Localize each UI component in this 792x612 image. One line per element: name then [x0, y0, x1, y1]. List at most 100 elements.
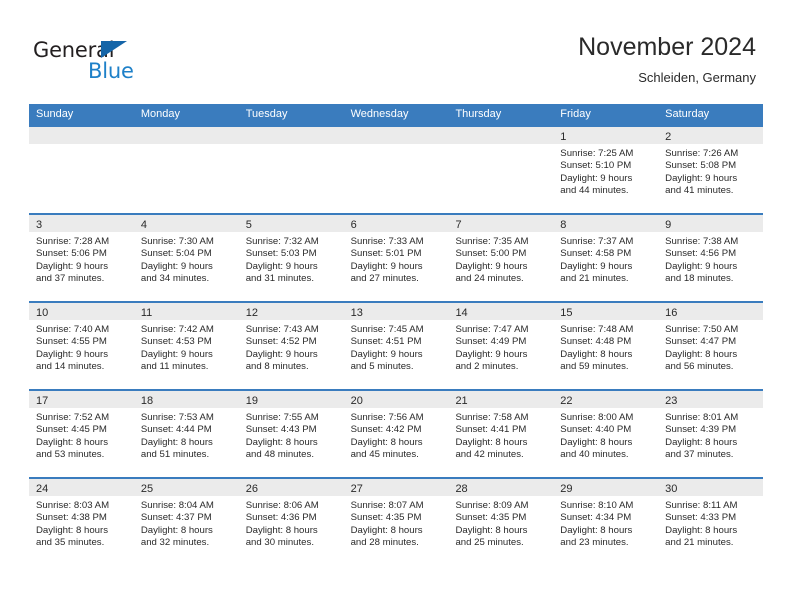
day-details: Sunrise: 7:38 AM Sunset: 4:56 PM Dayligh… — [658, 232, 763, 286]
sunset-text: Sunset: 4:35 PM — [455, 512, 527, 524]
day-details: Sunrise: 7:55 AM Sunset: 4:43 PM Dayligh… — [239, 408, 344, 462]
sunset-text: Sunset: 4:48 PM — [560, 336, 632, 348]
daylight-text-line2: and 32 minutes. — [140, 537, 210, 549]
day-number-band: 13 — [343, 303, 449, 320]
sunset-text: Sunset: 4:37 PM — [140, 512, 212, 524]
week-row: 24 Sunrise: 8:03 AM Sunset: 4:38 PM Dayl… — [29, 477, 764, 565]
sunrise-text: Sunrise: 7:26 AM — [665, 148, 739, 159]
day-cell[interactable]: 3 Sunrise: 7:28 AM Sunset: 5:06 PM Dayli… — [29, 215, 134, 301]
sunrise-text: Sunrise: 8:01 AM — [665, 412, 739, 423]
daylight-text-line2: and 21 minutes. — [560, 273, 629, 285]
day-cell[interactable]: 6 Sunrise: 7:33 AM Sunset: 5:01 PM Dayli… — [343, 215, 449, 301]
day-cell[interactable]: 19 Sunrise: 7:55 AM Sunset: 4:43 PM Dayl… — [238, 391, 344, 477]
day-cell[interactable]: 8 Sunrise: 7:37 AM Sunset: 4:58 PM Dayli… — [553, 215, 659, 301]
day-cell[interactable]: 5 Sunrise: 7:32 AM Sunset: 5:03 PM Dayli… — [238, 215, 344, 301]
day-cell[interactable] — [29, 127, 134, 213]
daylight-text-line1: Daylight: 8 hours — [140, 436, 213, 448]
day-details: Sunrise: 7:42 AM Sunset: 4:53 PM Dayligh… — [134, 320, 239, 374]
sunset-text: Sunset: 4:36 PM — [245, 512, 317, 524]
daylight-text-line2: and 51 minutes. — [140, 449, 210, 461]
day-number-band: 17 — [29, 391, 134, 408]
day-details: Sunrise: 7:53 AM Sunset: 4:44 PM Dayligh… — [134, 408, 239, 462]
daylight-text-line1: Daylight: 8 hours — [665, 436, 738, 448]
day-cell[interactable]: 17 Sunrise: 7:52 AM Sunset: 4:45 PM Dayl… — [29, 391, 134, 477]
day-cell[interactable]: 21 Sunrise: 7:58 AM Sunset: 4:41 PM Dayl… — [448, 391, 554, 477]
day-cell[interactable] — [238, 127, 344, 213]
day-cell[interactable]: 4 Sunrise: 7:30 AM Sunset: 5:04 PM Dayli… — [133, 215, 239, 301]
day-cell[interactable]: 23 Sunrise: 8:01 AM Sunset: 4:39 PM Dayl… — [658, 391, 764, 477]
daylight-text-line1: Daylight: 9 hours — [560, 172, 633, 184]
title-block: November 2024 Schleiden, Germany — [578, 32, 756, 87]
day-cell[interactable]: 7 Sunrise: 7:35 AM Sunset: 5:00 PM Dayli… — [448, 215, 554, 301]
day-details: Sunrise: 7:30 AM Sunset: 5:04 PM Dayligh… — [134, 232, 239, 286]
day-number: 5 — [245, 219, 252, 231]
day-cell[interactable]: 12 Sunrise: 7:43 AM Sunset: 4:52 PM Dayl… — [238, 303, 344, 389]
sunset-text: Sunset: 5:04 PM — [140, 248, 212, 260]
daylight-text-line2: and 5 minutes. — [350, 361, 414, 373]
daylight-text-line2: and 27 minutes. — [350, 273, 419, 285]
sunrise-text: Sunrise: 8:00 AM — [560, 412, 634, 423]
day-cell[interactable]: 29 Sunrise: 8:10 AM Sunset: 4:34 PM Dayl… — [553, 479, 659, 565]
daylight-text-line1: Daylight: 8 hours — [36, 524, 108, 536]
daylight-text-line2: and 14 minutes. — [36, 361, 105, 373]
day-number: 16 — [665, 307, 678, 319]
day-cell[interactable] — [133, 127, 239, 213]
day-number-band: 26 — [238, 479, 344, 496]
sunset-text: Sunset: 4:53 PM — [140, 336, 212, 348]
day-number: 19 — [245, 395, 258, 407]
sunset-text: Sunset: 4:40 PM — [560, 424, 632, 436]
daylight-text-line1: Daylight: 9 hours — [245, 348, 318, 360]
day-number: 25 — [140, 483, 154, 495]
day-number-band: 12 — [238, 303, 344, 320]
day-cell[interactable]: 15 Sunrise: 7:48 AM Sunset: 4:48 PM Dayl… — [553, 303, 659, 389]
day-number-band: 23 — [658, 391, 764, 408]
day-details: Sunrise: 7:28 AM Sunset: 5:06 PM Dayligh… — [29, 232, 134, 286]
sunrise-text: Sunrise: 7:55 AM — [245, 412, 319, 423]
day-cell[interactable]: 9 Sunrise: 7:38 AM Sunset: 4:56 PM Dayli… — [658, 215, 764, 301]
day-cell[interactable]: 27 Sunrise: 8:07 AM Sunset: 4:35 PM Dayl… — [343, 479, 449, 565]
day-cell[interactable]: 26 Sunrise: 8:06 AM Sunset: 4:36 PM Dayl… — [238, 479, 344, 565]
day-number-band: 9 — [658, 215, 764, 232]
day-cell[interactable]: 22 Sunrise: 8:00 AM Sunset: 4:40 PM Dayl… — [553, 391, 659, 477]
sunrise-text: Sunrise: 7:43 AM — [245, 324, 319, 335]
day-cell[interactable]: 2 Sunrise: 7:26 AM Sunset: 5:08 PM Dayli… — [658, 127, 764, 213]
day-details: Sunrise: 7:26 AM Sunset: 5:08 PM Dayligh… — [658, 144, 763, 198]
day-cell[interactable]: 10 Sunrise: 7:40 AM Sunset: 4:55 PM Dayl… — [29, 303, 134, 389]
day-number: 29 — [560, 483, 573, 495]
day-number-band: 29 — [553, 479, 659, 496]
day-cell[interactable]: 13 Sunrise: 7:45 AM Sunset: 4:51 PM Dayl… — [343, 303, 449, 389]
sunset-text: Sunset: 5:03 PM — [245, 248, 317, 260]
page-subtitle: Schleiden, Germany — [638, 70, 756, 85]
daylight-text-line1: Daylight: 8 hours — [665, 348, 738, 360]
day-cell[interactable]: 24 Sunrise: 8:03 AM Sunset: 4:38 PM Dayl… — [29, 479, 134, 565]
day-number: 30 — [665, 483, 678, 495]
day-cell[interactable]: 14 Sunrise: 7:47 AM Sunset: 4:49 PM Dayl… — [448, 303, 554, 389]
sunrise-text: Sunrise: 7:28 AM — [36, 236, 110, 247]
sunset-text: Sunset: 5:06 PM — [36, 248, 107, 260]
day-cell[interactable]: 25 Sunrise: 8:04 AM Sunset: 4:37 PM Dayl… — [133, 479, 239, 565]
week-row: 1 Sunrise: 7:25 AM Sunset: 5:10 PM Dayli… — [29, 125, 764, 213]
day-cell[interactable]: 18 Sunrise: 7:53 AM Sunset: 4:44 PM Dayl… — [133, 391, 239, 477]
daylight-text-line1: Daylight: 9 hours — [140, 260, 213, 272]
day-cell[interactable]: 30 Sunrise: 8:11 AM Sunset: 4:33 PM Dayl… — [658, 479, 764, 565]
day-cell[interactable] — [343, 127, 449, 213]
daylight-text-line1: Daylight: 9 hours — [350, 260, 423, 272]
daylight-text-line2: and 48 minutes. — [245, 449, 314, 461]
day-details: Sunrise: 7:47 AM Sunset: 4:49 PM Dayligh… — [448, 320, 553, 374]
day-cell[interactable]: 16 Sunrise: 7:50 AM Sunset: 4:47 PM Dayl… — [658, 303, 764, 389]
day-cell[interactable]: 11 Sunrise: 7:42 AM Sunset: 4:53 PM Dayl… — [133, 303, 239, 389]
day-number: 17 — [36, 395, 49, 407]
day-details: Sunrise: 8:06 AM Sunset: 4:36 PM Dayligh… — [239, 496, 344, 550]
day-cell[interactable]: 28 Sunrise: 8:09 AM Sunset: 4:35 PM Dayl… — [448, 479, 554, 565]
daylight-text-line1: Daylight: 8 hours — [245, 436, 318, 448]
day-number-band: 4 — [133, 215, 239, 232]
sunrise-text: Sunrise: 8:07 AM — [350, 500, 424, 511]
day-cell[interactable]: 20 Sunrise: 7:56 AM Sunset: 4:42 PM Dayl… — [343, 391, 449, 477]
daylight-text-line1: Daylight: 9 hours — [36, 260, 108, 272]
day-cell[interactable]: 1 Sunrise: 7:25 AM Sunset: 5:10 PM Dayli… — [553, 127, 659, 213]
day-number: 21 — [455, 395, 468, 407]
day-number: 4 — [140, 219, 147, 231]
sunset-text: Sunset: 4:45 PM — [36, 424, 107, 436]
day-cell[interactable] — [448, 127, 554, 213]
generalblue-logo[interactable]: General Blue — [33, 38, 173, 86]
